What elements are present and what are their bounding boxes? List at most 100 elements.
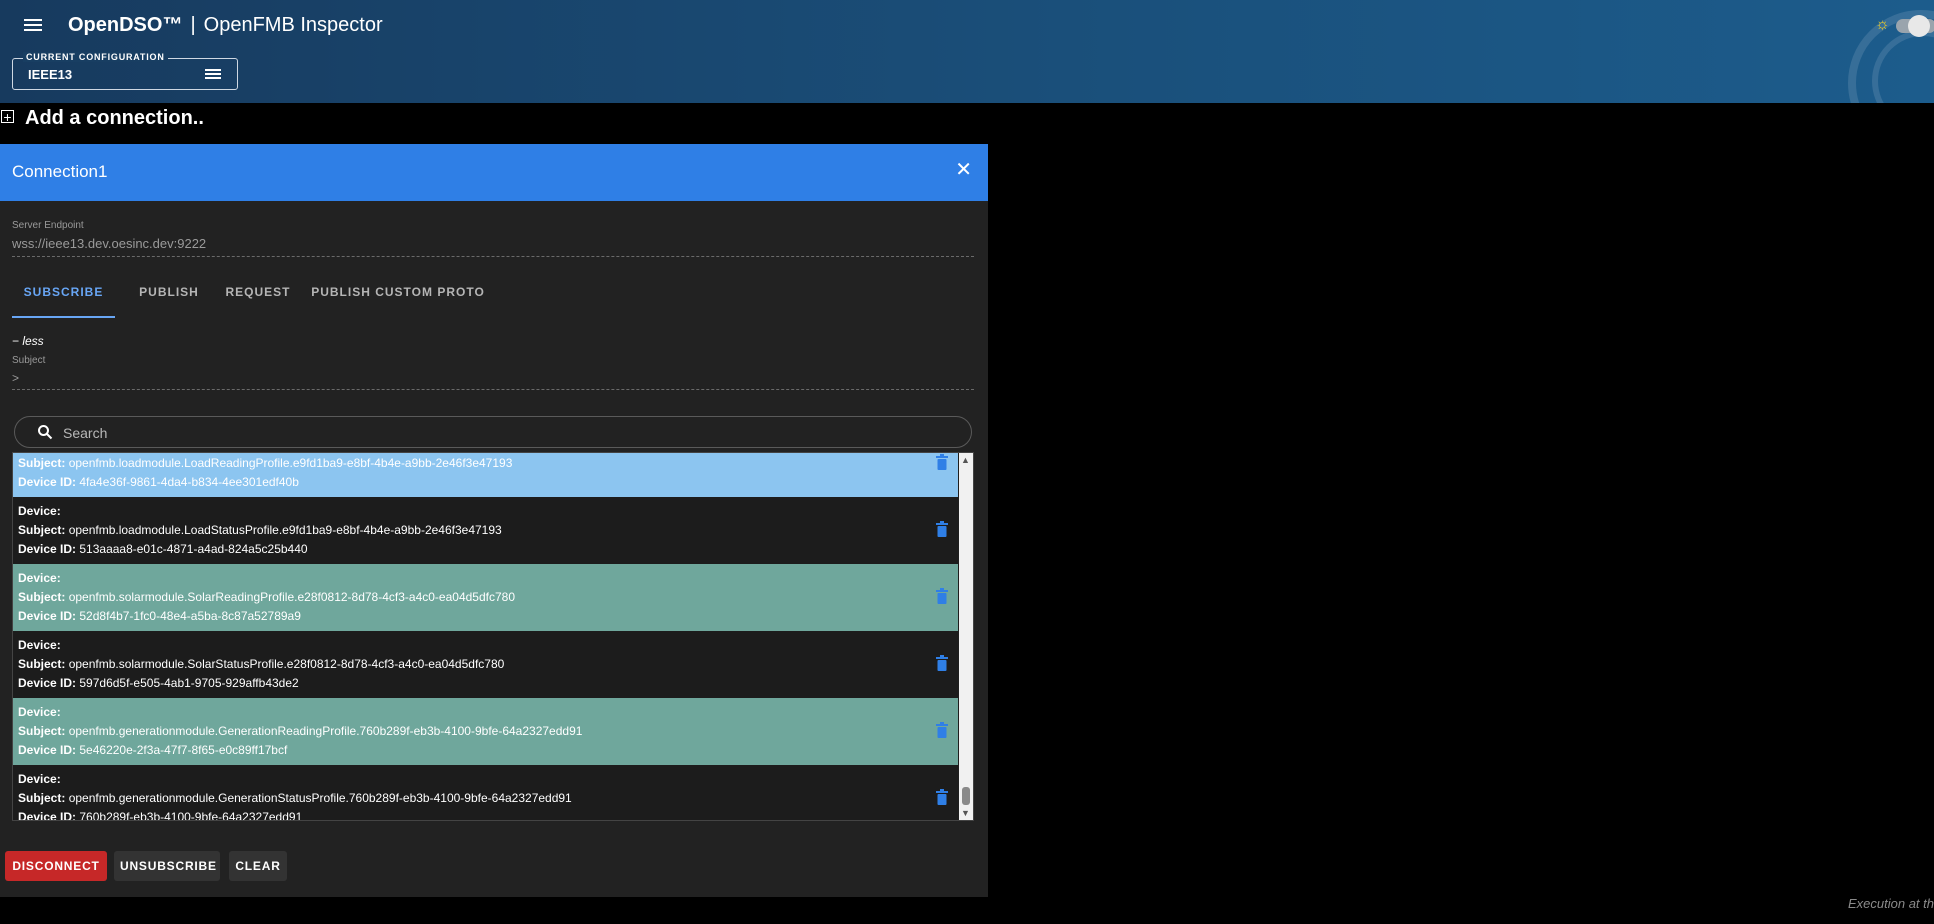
row-subject-line: Subject: openfmb.solarmodule.SolarStatus… (18, 657, 504, 671)
message-list-content: Device: Subject: openfmb.loadmodule.Load… (13, 453, 958, 820)
connection-title: Connection1 (12, 162, 108, 181)
table-row[interactable]: Device: Subject: openfmb.solarmodule.Sol… (13, 631, 958, 698)
row-subject-label: Subject: (18, 657, 66, 671)
tab-publish-custom-proto[interactable]: PUBLISH CUSTOM PROTO (300, 282, 496, 318)
toggle-thumb[interactable] (1908, 15, 1930, 37)
row-device-label: Device: (18, 705, 61, 719)
connection-panel: Connection1 ✕ Server Endpoint wss://ieee… (0, 144, 988, 897)
config-value: IEEE13 (28, 67, 73, 82)
trash-icon[interactable] (936, 655, 948, 671)
unsubscribe-button[interactable]: UNSUBSCRIBE (114, 851, 220, 881)
row-device-id-line: Device ID: 4fa4e36f-9861-4da4-b834-4ee30… (18, 475, 299, 489)
title-separator: | (190, 14, 196, 36)
add-connection-label: Add a connection.. (25, 107, 204, 129)
table-row[interactable]: Device: Subject: openfmb.solarmodule.Sol… (13, 564, 958, 631)
row-device-id-line: Device ID: 5e46220e-2f3a-47f7-8f65-e0c89… (18, 743, 287, 757)
tab-publish[interactable]: PUBLISH (127, 282, 211, 318)
row-device-line: Device: (18, 571, 61, 585)
row-device-id-value: 52d8f4b7-1fc0-48e4-a5ba-8c87a52789a9 (79, 609, 301, 623)
tab-indicator (12, 316, 115, 318)
config-label: CURRENT CONFIGURATION (23, 52, 168, 62)
row-device-line: Device: (18, 504, 61, 518)
row-subject-value: openfmb.generationmodule.GenerationReadi… (68, 724, 583, 738)
subject-field[interactable]: > (12, 369, 974, 390)
trash-icon[interactable] (936, 521, 948, 537)
scroll-thumb[interactable] (962, 787, 970, 805)
row-device-id-value: 4fa4e36f-9861-4da4-b834-4ee301edf40b (79, 475, 299, 489)
scroll-up-icon[interactable]: ▲ (961, 455, 970, 465)
less-toggle[interactable]: − less (12, 334, 44, 348)
endpoint-field[interactable]: wss://ieee13.dev.oesinc.dev:9222 (12, 234, 974, 257)
row-subject-value: openfmb.solarmodule.SolarStatusProfile.e… (68, 657, 505, 671)
row-subject-value: openfmb.loadmodule.LoadStatusProfile.e9f… (68, 523, 502, 537)
footer-status-text: Execution at th (1848, 896, 1934, 911)
app-name: OpenFMB Inspector (203, 14, 383, 36)
tab-request[interactable]: REQUEST (212, 282, 304, 318)
row-device-id-line: Device ID: 760b289f-eb3b-4100-9bfe-64a23… (18, 810, 303, 821)
trash-icon[interactable] (936, 722, 948, 738)
row-device-line: Device: (18, 705, 61, 719)
scroll-down-icon[interactable]: ▼ (961, 808, 970, 818)
table-row[interactable]: Device: Subject: openfmb.loadmodule.Load… (13, 453, 958, 497)
app-bar: OpenDSO™ | OpenFMB Inspector CURRENT CONFI… (0, 0, 1934, 103)
row-subject-label: Subject: (18, 523, 66, 537)
search-input[interactable] (61, 418, 945, 448)
theme-toggle[interactable]: ☼ (1874, 14, 1934, 38)
row-device-id-value: 597d6d5f-e505-4ab1-9705-929affb43de2 (79, 676, 299, 690)
search-box[interactable] (14, 416, 972, 448)
row-subject-label: Subject: (18, 590, 66, 604)
row-device-label: Device: (18, 571, 61, 585)
sun-icon: ☼ (1875, 16, 1890, 33)
row-device-id-value: 5e46220e-2f3a-47f7-8f65-e0c89ff17bcf (79, 743, 288, 757)
row-subject-label: Subject: (18, 791, 66, 805)
connection-header: Connection1 ✕ (0, 144, 988, 201)
row-device-id-value: 760b289f-eb3b-4100-9bfe-64a2327edd91 (79, 810, 303, 821)
row-device-id-label: Device ID: (18, 542, 77, 556)
trash-icon[interactable] (936, 588, 948, 604)
row-device-label: Device: (18, 504, 61, 518)
tab-subscribe[interactable]: SUBSCRIBE (12, 282, 115, 318)
disconnect-button[interactable]: DISCONNECT (5, 851, 107, 881)
scrollbar[interactable]: ▲ ▼ (959, 453, 973, 820)
row-subject-line: Subject: openfmb.loadmodule.LoadStatusPr… (18, 523, 502, 537)
subject-label: Subject (12, 355, 46, 366)
row-device-label: Device: (18, 772, 61, 786)
row-device-id-label: Device ID: (18, 475, 77, 489)
row-device-id-label: Device ID: (18, 609, 77, 623)
row-device-label: Device: (18, 638, 61, 652)
row-subject-line: Subject: openfmb.generationmodule.Genera… (18, 724, 582, 738)
row-device-id-value: 513aaaa8-e01c-4871-a4ad-824a5c25b440 (79, 542, 308, 556)
brand-name: OpenDSO™ (68, 14, 183, 36)
row-subject-value: openfmb.loadmodule.LoadReadingProfile.e9… (68, 456, 513, 470)
table-row[interactable]: Device: Subject: openfmb.generationmodul… (13, 765, 958, 821)
row-device-id-line: Device ID: 52d8f4b7-1fc0-48e4-a5ba-8c87a… (18, 609, 301, 623)
endpoint-label: Server Endpoint (12, 220, 84, 231)
config-selector[interactable]: CURRENT CONFIGURATION IEEE13 (12, 52, 238, 90)
row-device-id-label: Device ID: (18, 743, 77, 757)
row-subject-line: Subject: openfmb.loadmodule.LoadReadingP… (18, 456, 512, 470)
row-device-id-label: Device ID: (18, 810, 77, 821)
row-subject-value: openfmb.solarmodule.SolarReadingProfile.… (68, 590, 515, 604)
list-icon[interactable] (205, 67, 221, 81)
app-title: OpenDSO™ | OpenFMB Inspector (68, 14, 383, 37)
table-row[interactable]: Device: Subject: openfmb.loadmodule.Load… (13, 497, 958, 564)
row-subject-label: Subject: (18, 724, 66, 738)
table-row[interactable]: Device: Subject: openfmb.generationmodul… (13, 698, 958, 765)
row-device-id-label: Device ID: (18, 676, 77, 690)
row-subject-value: openfmb.generationmodule.GenerationStatu… (68, 791, 572, 805)
row-device-id-line: Device ID: 597d6d5f-e505-4ab1-9705-929af… (18, 676, 299, 690)
search-icon (38, 425, 53, 440)
menu-icon[interactable] (24, 16, 42, 34)
row-subject-label: Subject: (18, 456, 66, 470)
row-subject-line: Subject: openfmb.solarmodule.SolarReadin… (18, 590, 515, 604)
trash-icon[interactable] (936, 454, 948, 470)
row-device-line: Device: (18, 638, 61, 652)
trash-icon[interactable] (936, 789, 948, 805)
row-subject-line: Subject: openfmb.generationmodule.Genera… (18, 791, 572, 805)
row-device-id-line: Device ID: 513aaaa8-e01c-4871-a4ad-824a5… (18, 542, 308, 556)
clear-button[interactable]: CLEAR (229, 851, 287, 881)
plus-square-icon: + (1, 110, 14, 124)
close-icon[interactable]: ✕ (955, 160, 972, 180)
message-list[interactable]: Device: Subject: openfmb.loadmodule.Load… (12, 452, 974, 821)
row-device-line: Device: (18, 772, 61, 786)
